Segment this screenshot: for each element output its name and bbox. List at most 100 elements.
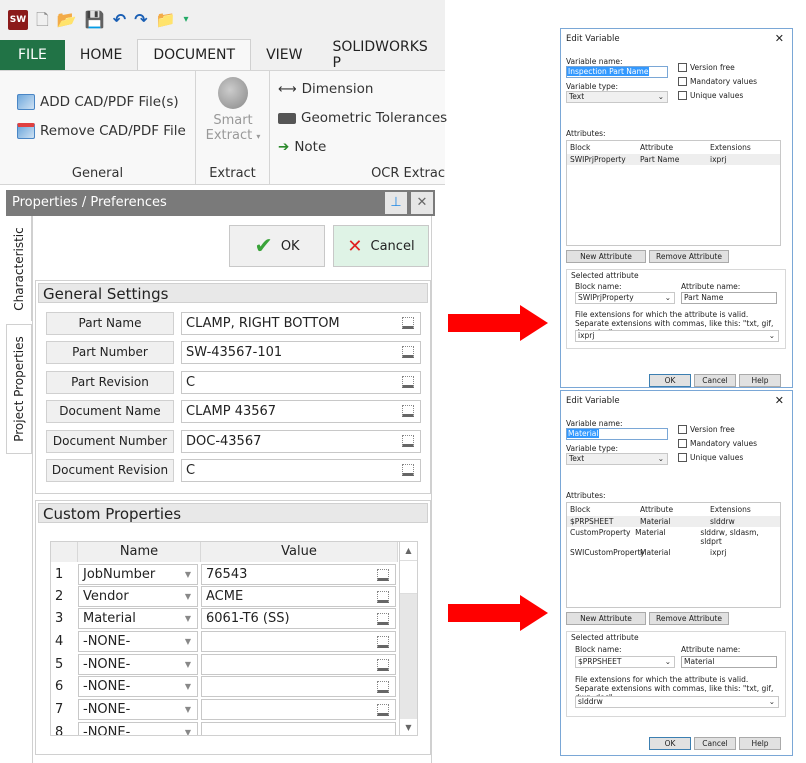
capture-icon[interactable] [402,317,414,329]
dialog-cancel-button[interactable]: Cancel [694,737,736,750]
cancel-button[interactable]: ✕ Cancel [333,225,429,267]
save-icon[interactable]: 💾 [85,12,105,28]
attribute-name-input[interactable]: Material [681,656,777,668]
dimension-button[interactable]: ⟷ Dimension [278,81,373,97]
extensions-select[interactable]: ixprj ⌄ [575,330,779,342]
attributes-list[interactable]: Block Attribute Extensions $PRPSHEET Materi… [566,502,781,608]
value-input[interactable] [201,699,396,720]
capture-icon[interactable] [377,681,389,693]
smart-extract-button[interactable]: Smart Extract ▾ [196,77,270,143]
value-input[interactable]: ACME [201,586,396,607]
tab-project-properties[interactable]: Project Properties [6,324,32,454]
app-logo-icon[interactable]: SW [8,10,28,30]
name-dropdown[interactable]: JobNumber ▼ [78,564,198,585]
tab-characteristic[interactable]: Characteristic [6,216,32,321]
close-icon[interactable]: ✕ [775,391,784,411]
undo-icon[interactable]: ↶ [113,12,126,28]
part-revision-input[interactable]: C [181,371,421,394]
block-name-select[interactable]: $PRPSHEET ⌄ [575,656,675,668]
value-input[interactable] [201,631,396,652]
capture-icon[interactable] [377,613,389,625]
unique-values-checkbox[interactable]: Unique values [678,453,743,462]
new-attribute-button[interactable]: New Attribute [566,612,646,625]
attributes-list[interactable]: Block Attribute Extensions SWIPrjProperty P… [566,140,781,246]
pin-icon[interactable]: ⊥ [385,192,407,214]
capture-icon[interactable] [377,569,389,581]
block-name-select[interactable]: SWIPrjProperty ⌄ [575,292,675,304]
variable-name-input[interactable]: Inspection Part Name [566,66,668,78]
tab-document[interactable]: DOCUMENT [137,39,252,70]
tab-file[interactable]: FILE [0,40,65,70]
grid-scrollbar[interactable]: ▲ ▼ [399,542,417,735]
add-cad-pdf-button[interactable]: ADD CAD/PDF File(s) [17,94,179,110]
close-icon[interactable]: ✕ [775,29,784,49]
geometric-tolerances-button[interactable]: Geometric Tolerances [278,110,447,126]
extensions-select[interactable]: slddrw ⌄ [575,696,779,708]
variable-type-select[interactable]: Text ⌄ [566,91,668,103]
dialog-ok-button[interactable]: OK [649,374,691,387]
remove-attribute-button[interactable]: Remove Attribute [649,250,729,263]
capture-icon[interactable] [402,346,414,358]
remove-cad-pdf-button[interactable]: Remove CAD/PDF File [17,123,186,139]
open-recent-icon[interactable]: 📁 [156,12,176,28]
attribute-name-input[interactable]: Part Name [681,292,777,304]
column-header-name[interactable]: Name [78,542,201,562]
tab-home[interactable]: HOME [65,40,137,70]
ok-button[interactable]: ✔ OK [229,225,325,267]
document-revision-input[interactable]: C [181,459,421,482]
variable-name-input[interactable]: Material [566,428,668,440]
capture-icon[interactable] [402,376,414,388]
capture-icon[interactable] [402,464,414,476]
name-dropdown[interactable]: -NONE- ▼ [78,722,198,735]
value-input[interactable]: 6061-T6 (SS) [201,608,396,629]
value-input[interactable] [201,654,396,675]
list-item[interactable]: SWIPrjProperty Part Name ixprj [567,154,780,165]
document-name-input[interactable]: CLAMP 43567 [181,400,421,423]
open-folder-icon[interactable]: 📂 [57,12,77,28]
unique-values-checkbox[interactable]: Unique values [678,91,743,100]
value-input[interactable] [201,722,396,735]
name-dropdown[interactable]: -NONE- ▼ [78,631,198,652]
list-item[interactable]: $PRPSHEET Material slddrw [567,516,780,527]
close-icon[interactable]: ✕ [411,192,433,214]
capture-icon[interactable] [377,704,389,716]
tab-solidworks[interactable]: SOLIDWORKS P [318,39,446,71]
name-dropdown[interactable]: -NONE- ▼ [78,654,198,675]
document-number-input[interactable]: DOC-43567 [181,430,421,453]
scroll-thumb[interactable] [400,560,417,594]
capture-icon[interactable] [402,435,414,447]
value-input[interactable]: 76543 [201,564,396,585]
dialog-ok-button[interactable]: OK [649,737,691,750]
name-dropdown[interactable]: -NONE- ▼ [78,699,198,720]
part-number-input[interactable]: SW-43567-101 [181,341,421,364]
mandatory-values-checkbox[interactable]: Mandatory values [678,439,757,448]
part-name-input[interactable]: CLAMP, RIGHT BOTTOM [181,312,421,335]
capture-icon[interactable] [377,591,389,603]
dialog-help-button[interactable]: Help [739,374,781,387]
new-file-icon[interactable]: 🗋 [36,12,49,28]
customize-qat-icon[interactable]: ▾ [183,12,188,28]
variable-type-select[interactable]: Text ⌄ [566,453,668,465]
name-dropdown[interactable]: Vendor ▼ [78,586,198,607]
column-header-value[interactable]: Value [201,542,398,562]
list-item[interactable]: CustomProperty Material slddrw, sldasm, sl… [567,527,780,547]
version-free-checkbox[interactable]: Version free [678,63,735,72]
mandatory-values-checkbox[interactable]: Mandatory values [678,77,757,86]
new-attribute-button[interactable]: New Attribute [566,250,646,263]
dialog-cancel-button[interactable]: Cancel [694,374,736,387]
list-item[interactable]: SWICustomProperty Material ixprj [567,547,780,558]
value-input[interactable] [201,676,396,697]
name-dropdown[interactable]: -NONE- ▼ [78,676,198,697]
capture-icon[interactable] [377,636,389,648]
note-button[interactable]: ➔ Note [278,139,326,155]
name-dropdown[interactable]: Material ▼ [78,608,198,629]
scroll-down-icon[interactable]: ▼ [400,719,417,735]
remove-attribute-button[interactable]: Remove Attribute [649,612,729,625]
version-free-checkbox[interactable]: Version free [678,425,735,434]
dialog-help-button[interactable]: Help [739,737,781,750]
redo-icon[interactable]: ↷ [134,12,147,28]
scroll-up-icon[interactable]: ▲ [400,542,417,560]
capture-icon[interactable] [402,405,414,417]
tab-view[interactable]: VIEW [251,40,317,70]
capture-icon[interactable] [377,659,389,671]
